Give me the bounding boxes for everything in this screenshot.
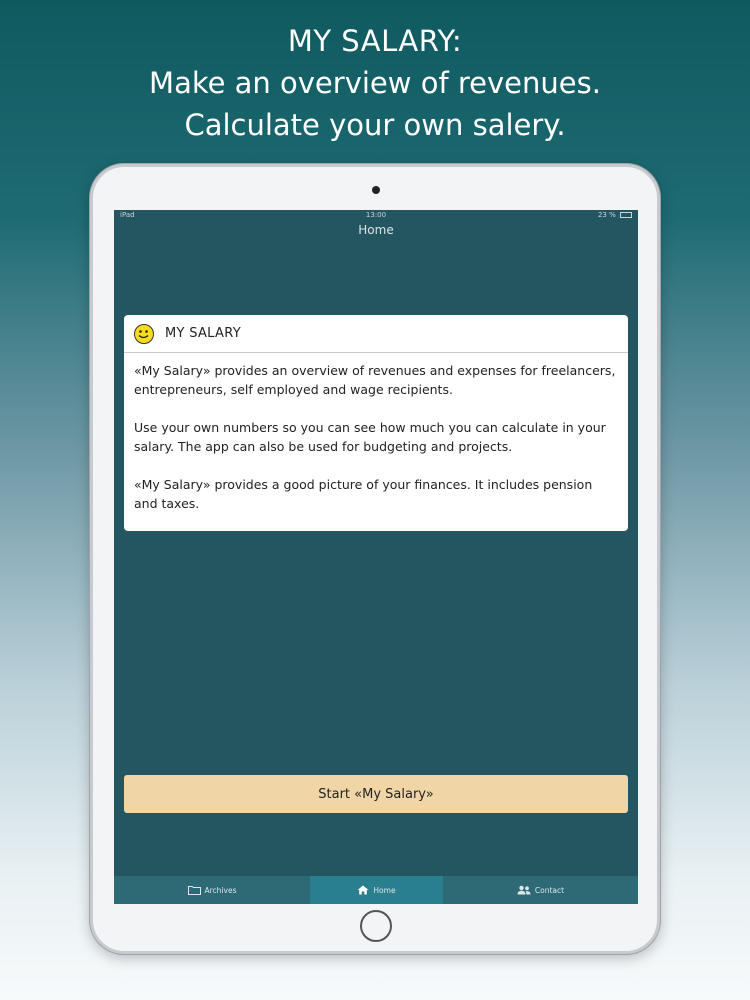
tab-contact-label: Contact xyxy=(534,885,565,895)
start-my-salary-button[interactable]: Start «My Salary» xyxy=(124,775,628,813)
card-paragraph-1: «My Salary» provides an overview of reve… xyxy=(134,363,616,397)
tab-archives[interactable]: Archives xyxy=(114,876,310,904)
card-title: MY SALARY xyxy=(165,326,241,341)
nav-bar: Home xyxy=(114,220,638,242)
card-header: MY SALARY xyxy=(124,315,628,353)
folder-icon xyxy=(187,886,201,895)
info-card: MY SALARY «My Salary» provides an overvi… xyxy=(124,315,628,531)
card-body: «My Salary» provides an overview of reve… xyxy=(124,353,628,513)
app-screen: iPad 13:00 23 % Home MY SALARY «My Salar… xyxy=(114,210,638,904)
card-paragraph-2: Use your own numbers so you can see how … xyxy=(134,420,606,454)
device-home-button[interactable] xyxy=(360,910,392,942)
tab-contact[interactable]: Contact xyxy=(443,876,638,904)
people-icon xyxy=(517,885,531,895)
tab-home[interactable]: Home xyxy=(310,876,443,904)
promo-headline: MY SALARY: Make an overview of revenues.… xyxy=(0,20,750,146)
promo-line-1: MY SALARY: xyxy=(287,24,463,58)
tab-bar: Archives Home Contact xyxy=(114,876,638,904)
nav-title: Home xyxy=(358,223,394,237)
smiley-icon xyxy=(134,323,154,344)
home-icon xyxy=(357,885,369,895)
promo-line-3: Calculate your own salery. xyxy=(184,108,566,142)
tablet-frame: iPad 13:00 23 % Home MY SALARY «My Salar… xyxy=(90,164,660,954)
status-time: 13:00 xyxy=(365,211,387,219)
tab-home-label: Home xyxy=(373,885,396,895)
card-paragraph-3: «My Salary» provides a good picture of y… xyxy=(134,477,593,511)
camera-dot xyxy=(372,186,380,194)
status-bar: iPad 13:00 23 % xyxy=(114,210,638,220)
tab-archives-label: Archives xyxy=(204,885,237,895)
promo-line-2: Make an overview of revenues. xyxy=(149,66,601,100)
